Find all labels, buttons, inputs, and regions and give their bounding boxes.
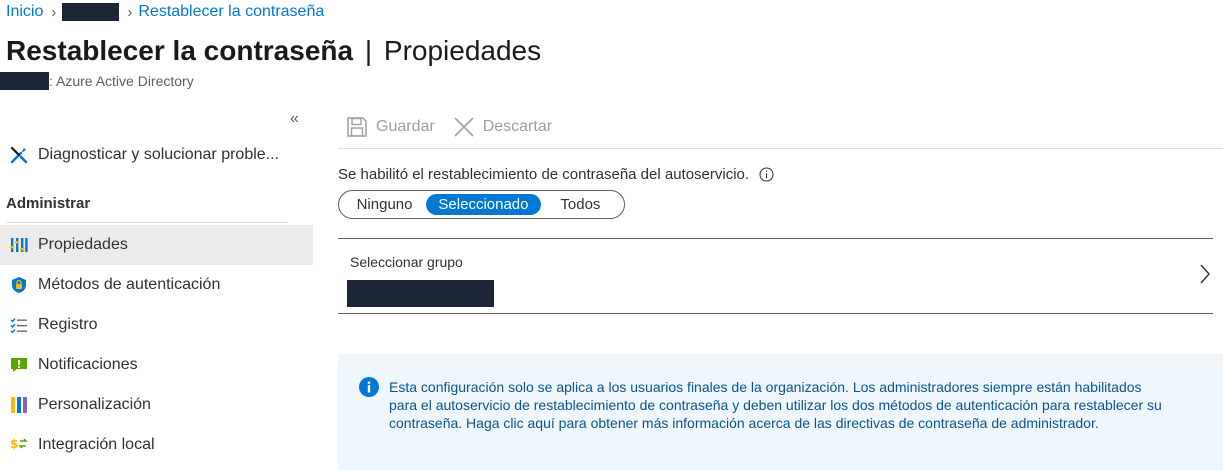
info-banner[interactable]: Esta configuración solo se aplica a los … xyxy=(338,354,1223,470)
notification-icon xyxy=(0,357,38,373)
sidebar-item-properties[interactable]: Propiedades xyxy=(0,225,313,265)
sidebar-item-label: Diagnosticar y solucionar proble... xyxy=(38,146,280,163)
sspr-setting-label: Se habilitó el restablecimiento de contr… xyxy=(338,166,774,183)
customization-icon xyxy=(0,397,38,413)
close-icon xyxy=(454,117,474,137)
sidebar-item-registration[interactable]: Registro xyxy=(0,305,313,345)
sidebar-item-auth-methods[interactable]: Métodos de autenticación xyxy=(0,265,313,305)
info-banner-text: Esta configuración solo se aplica a los … xyxy=(389,379,1162,431)
toolbar-divider xyxy=(338,148,1223,149)
sspr-option-selector: Ninguno Seleccionado Todos xyxy=(338,190,625,219)
sidebar-item-label: Personalización xyxy=(38,396,151,413)
shield-icon xyxy=(0,276,38,294)
breadcrumb-current-link[interactable]: Restablecer la contraseña xyxy=(138,3,324,21)
sidebar-item-label: Métodos de autenticación xyxy=(38,276,221,293)
chevron-right-icon xyxy=(1199,263,1211,290)
info-icon[interactable] xyxy=(759,167,774,182)
sidebar-item-customization[interactable]: Personalización xyxy=(0,385,313,425)
info-icon xyxy=(359,377,379,402)
page-subtitle: : Azure Active Directory xyxy=(0,72,194,90)
svg-text:$: $ xyxy=(10,437,18,451)
sidebar-item-onprem-integration[interactable]: $ Integración local xyxy=(0,425,313,465)
breadcrumb-home-link[interactable]: Inicio xyxy=(6,3,43,21)
properties-icon xyxy=(0,236,38,254)
chevron-right-icon: › xyxy=(51,3,57,21)
directory-label: : Azure Active Directory xyxy=(49,73,194,89)
sidebar-item-label: Integración local xyxy=(38,436,155,453)
onprem-sync-icon: $ xyxy=(0,437,38,453)
discard-button[interactable]: Descartar xyxy=(453,116,552,138)
sidebar-section-administrar: Administrar xyxy=(6,195,91,212)
collapse-sidebar-button[interactable]: « xyxy=(290,110,299,128)
save-label: Guardar xyxy=(376,118,435,135)
sidebar-item-diagnose[interactable]: Diagnosticar y solucionar proble... xyxy=(0,135,313,175)
redacted-tenant-crumb[interactable] xyxy=(62,3,120,21)
save-icon xyxy=(347,117,367,137)
sidebar-item-label: Registro xyxy=(38,316,98,333)
discard-label: Descartar xyxy=(482,118,553,135)
sspr-label-text: Se habilitó el restablecimiento de contr… xyxy=(338,166,750,183)
chevron-right-icon: › xyxy=(127,3,133,21)
page-title-main: Restablecer la contraseña xyxy=(6,35,354,66)
option-none[interactable]: Ninguno xyxy=(343,194,426,215)
wrench-icon xyxy=(0,146,38,164)
select-group-label: Seleccionar grupo xyxy=(350,254,463,270)
select-group-row[interactable]: Seleccionar grupo xyxy=(338,238,1213,314)
option-selected[interactable]: Seleccionado xyxy=(426,194,541,215)
command-bar: Guardar Descartar xyxy=(346,116,552,138)
sidebar-item-label: Notificaciones xyxy=(38,356,138,373)
sidebar-section-divider xyxy=(6,222,288,223)
sidebar-item-notifications[interactable]: Notificaciones xyxy=(0,345,313,385)
breadcrumb: Inicio › › Restablecer la contraseña xyxy=(6,2,324,22)
save-button[interactable]: Guardar xyxy=(346,116,435,138)
page-title: Restablecer la contraseña | Propiedades xyxy=(6,32,541,70)
checklist-icon xyxy=(0,317,38,333)
page-title-section: Propiedades xyxy=(383,35,542,66)
redacted-group-name xyxy=(347,280,494,307)
sidebar-item-label: Propiedades xyxy=(38,236,128,253)
title-separator: | xyxy=(364,35,373,66)
option-all[interactable]: Todos xyxy=(541,194,620,215)
redacted-tenant-name xyxy=(0,72,49,90)
